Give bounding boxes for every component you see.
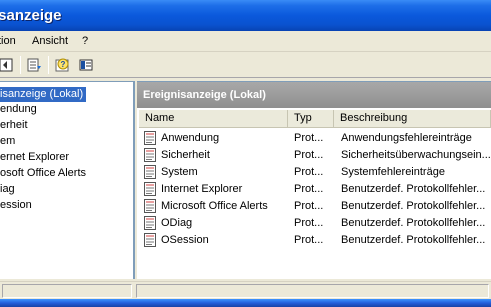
menu-help[interactable]: ? xyxy=(82,35,88,47)
menu-bar: tion Ansicht ? xyxy=(0,31,491,52)
row-name: Microsoft Office Alerts xyxy=(161,200,268,212)
tree-item-office-alerts[interactable]: osoft Office Alerts xyxy=(0,166,89,181)
window-title: isanzeige xyxy=(0,7,62,24)
pane-title: Ereignisanzeige (Lokal) xyxy=(137,82,491,108)
back-arrow-icon[interactable] xyxy=(0,55,16,75)
tree-item-odiag[interactable]: iag xyxy=(0,182,18,197)
event-log-icon xyxy=(144,131,156,145)
taskbar xyxy=(0,299,491,307)
event-log-icon xyxy=(144,216,156,230)
toolbar-separator xyxy=(48,56,49,74)
row-beschreibung: Anwendungsfehlereinträge xyxy=(341,132,472,144)
event-log-icon xyxy=(144,165,156,179)
row-beschreibung: Benutzerdef. Protokollfehler... xyxy=(341,234,486,246)
status-panel xyxy=(2,284,132,298)
row-typ: Prot... xyxy=(294,200,324,212)
help-icon[interactable]: ? xyxy=(52,55,72,75)
table-row[interactable]: Internet Explorer Prot... Benutzerdef. P… xyxy=(137,181,491,197)
toolbar: ? xyxy=(0,52,491,78)
toolbar-separator xyxy=(20,56,21,74)
tree-item-osession[interactable]: ession xyxy=(0,198,35,213)
row-name: Sicherheit xyxy=(161,149,210,161)
details-pane: Ereignisanzeige (Lokal) Name Typ Beschre… xyxy=(137,81,491,279)
row-typ: Prot... xyxy=(294,183,324,195)
column-header-typ[interactable]: Typ xyxy=(288,110,334,128)
tree-pane[interactable]: isanzeige (Lokal) endung erheit em ernet… xyxy=(0,81,135,279)
row-beschreibung: Benutzerdef. Protokollfehler... xyxy=(341,200,486,212)
tree-item-internet-explorer[interactable]: ernet Explorer xyxy=(0,150,72,165)
row-name: OSession xyxy=(161,234,209,246)
table-row[interactable]: System Prot... Systemfehlereinträge xyxy=(137,164,491,180)
event-log-icon xyxy=(144,199,156,213)
menu-action[interactable]: tion xyxy=(0,35,16,47)
row-beschreibung: Benutzerdef. Protokollfehler... xyxy=(341,217,486,229)
table-row[interactable]: Sicherheit Prot... Sicherheitsüberwachun… xyxy=(137,147,491,163)
row-typ: Prot... xyxy=(294,234,324,246)
column-header-name[interactable]: Name xyxy=(139,110,288,128)
row-beschreibung: Benutzerdef. Protokollfehler... xyxy=(341,183,486,195)
column-header-beschreibung[interactable]: Beschreibung xyxy=(334,110,491,128)
status-bar xyxy=(0,281,491,299)
table-row[interactable]: OSession Prot... Benutzerdef. Protokollf… xyxy=(137,232,491,248)
table-row[interactable]: Anwendung Prot... Anwendungsfehlereinträ… xyxy=(137,130,491,146)
title-bar[interactable]: isanzeige xyxy=(0,0,491,31)
tree-item-event-viewer-local[interactable]: isanzeige (Lokal) xyxy=(0,87,87,102)
event-log-icon xyxy=(144,182,156,196)
tree-item-application[interactable]: endung xyxy=(0,102,40,117)
row-name: ODiag xyxy=(161,217,193,229)
row-beschreibung: Sicherheitsüberwachungsein... xyxy=(341,149,491,161)
row-typ: Prot... xyxy=(294,217,324,229)
row-beschreibung: Systemfehlereinträge xyxy=(341,166,445,178)
table-row[interactable]: ODiag Prot... Benutzerdef. Protokollfehl… xyxy=(137,215,491,231)
show-hide-tree-icon[interactable] xyxy=(24,55,44,75)
tree-item-security[interactable]: erheit xyxy=(0,118,31,133)
row-name: Internet Explorer xyxy=(161,183,243,195)
table-row[interactable]: Microsoft Office Alerts Prot... Benutzer… xyxy=(137,198,491,214)
event-log-icon xyxy=(144,233,156,247)
row-name: Anwendung xyxy=(161,132,220,144)
row-typ: Prot... xyxy=(294,166,324,178)
menu-view[interactable]: Ansicht xyxy=(32,35,68,47)
event-log-icon xyxy=(144,148,156,162)
tree-item-system[interactable]: em xyxy=(0,134,18,149)
status-panel xyxy=(136,284,489,298)
row-typ: Prot... xyxy=(294,132,324,144)
svg-text:?: ? xyxy=(61,60,66,69)
properties-icon[interactable] xyxy=(76,55,96,75)
row-name: System xyxy=(161,166,198,178)
row-typ: Prot... xyxy=(294,149,324,161)
